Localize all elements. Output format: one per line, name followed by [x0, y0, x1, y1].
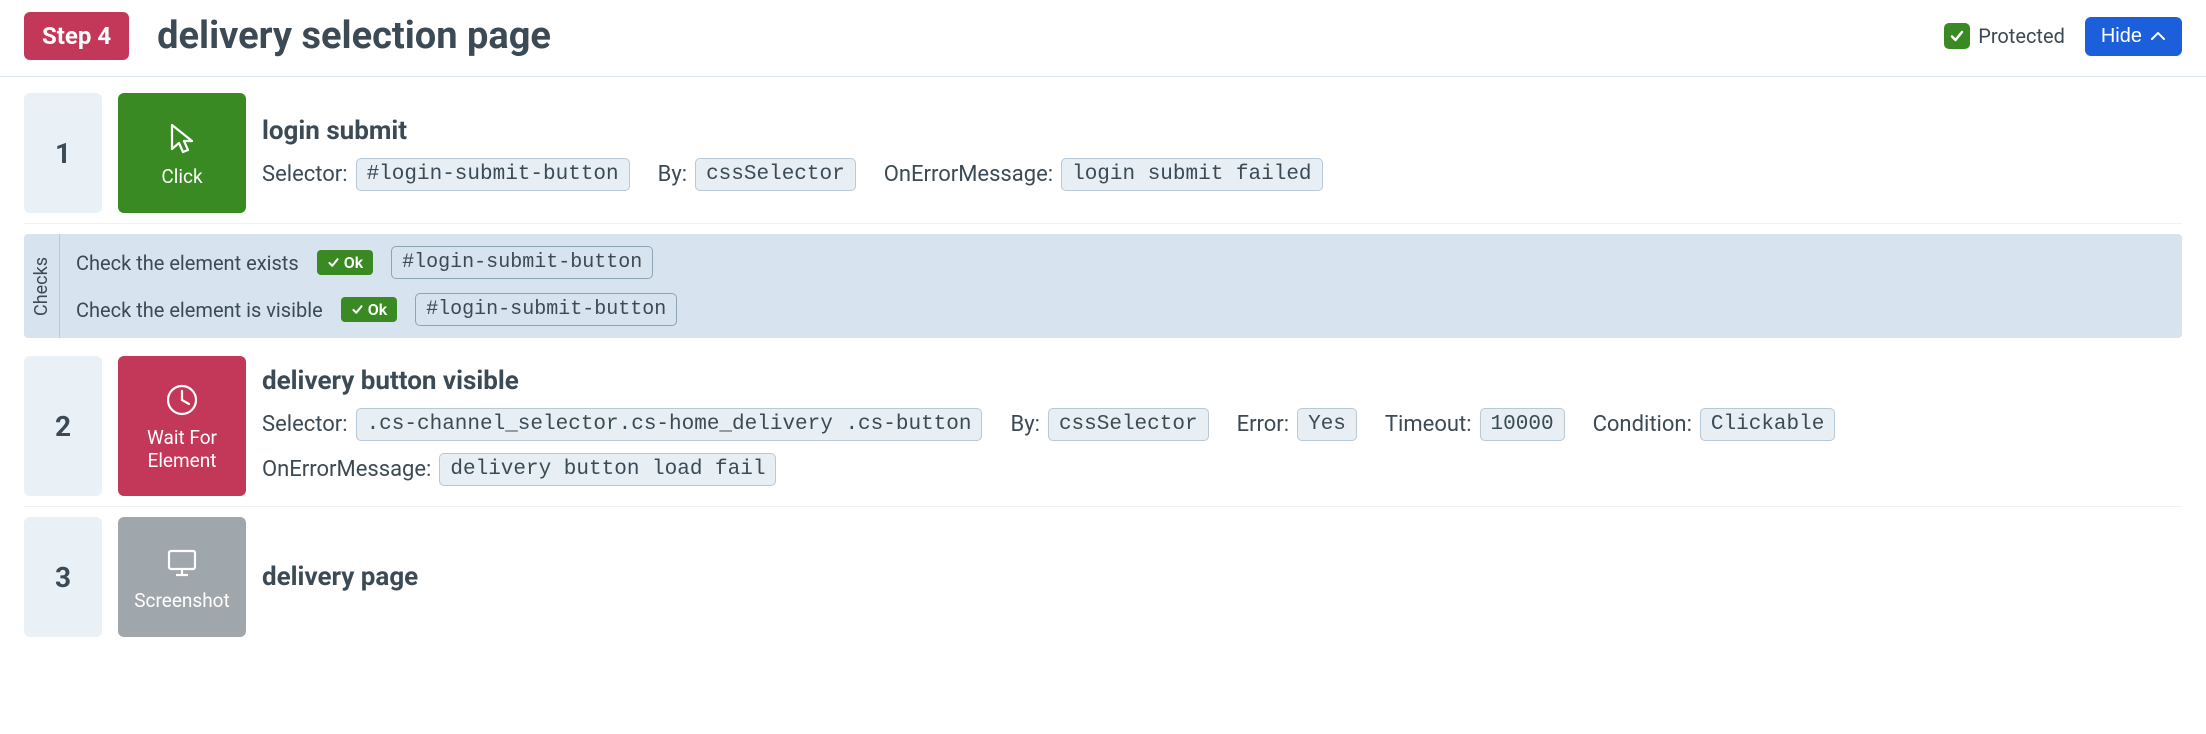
header-left: Step 4 delivery selection page: [24, 12, 551, 60]
param-selector: Selector: .cs-channel_selector.cs-home_d…: [262, 408, 982, 441]
param-timeout: Timeout: 10000: [1385, 408, 1565, 441]
step-title: delivery selection page: [157, 14, 551, 58]
action-name: delivery page: [262, 562, 2182, 592]
ok-label: Ok: [344, 253, 363, 272]
check-row: Check the element exists Ok #login-submi…: [76, 246, 2166, 279]
param-label: OnErrorMessage:: [262, 457, 431, 482]
action-tile-label: Screenshot: [134, 589, 229, 612]
param-error: Error: Yes: [1237, 408, 1357, 441]
hide-button-label: Hide: [2101, 25, 2142, 48]
param-value: Clickable: [1700, 408, 1835, 441]
check-icon: [1944, 23, 1970, 49]
ok-label: Ok: [368, 300, 387, 319]
param-value: #login-submit-button: [356, 158, 630, 191]
action-details: delivery page: [262, 517, 2182, 637]
param-condition: Condition: Clickable: [1593, 408, 1836, 441]
action-tile-label: Wait For Element: [126, 426, 238, 472]
param-line: Selector: #login-submit-button By: cssSe…: [262, 158, 2182, 191]
hide-button[interactable]: Hide: [2085, 17, 2182, 56]
param-label: Condition:: [1593, 412, 1692, 437]
param-selector: Selector: #login-submit-button: [262, 158, 630, 191]
param-label: Selector:: [262, 412, 348, 437]
action-number: 2: [24, 356, 102, 496]
chevron-up-icon: [2150, 30, 2166, 42]
checks-sidebar-label: Checks: [24, 234, 60, 338]
step-badge: Step 4: [24, 12, 129, 60]
action-row[interactable]: 2 Wait For Element delivery button visib…: [24, 356, 2182, 507]
param-line: OnErrorMessage: delivery button load fai…: [262, 453, 2182, 486]
check-text: Check the element is visible: [76, 298, 323, 322]
protected-label: Protected: [1978, 24, 2065, 48]
action-details: delivery button visible Selector: .cs-ch…: [262, 356, 2182, 496]
actions-list: 1 Click login submit Selector: #login-su…: [0, 77, 2206, 647]
checks-panel: Checks Check the element exists Ok #logi…: [24, 234, 2182, 338]
ok-badge: Ok: [317, 250, 373, 275]
param-value: Yes: [1297, 408, 1357, 441]
check-value: #login-submit-button: [391, 246, 653, 279]
param-label: OnErrorMessage:: [884, 162, 1053, 187]
param-label: Error:: [1237, 412, 1290, 437]
action-name: login submit: [262, 116, 2182, 146]
check-value: #login-submit-button: [415, 293, 677, 326]
action-tile-wait[interactable]: Wait For Element: [118, 356, 246, 496]
check-row: Check the element is visible Ok #login-s…: [76, 293, 2166, 326]
cursor-icon: [162, 119, 202, 159]
param-value: delivery button load fail: [439, 453, 776, 486]
param-value: login submit failed: [1061, 158, 1322, 191]
param-onerror: OnErrorMessage: delivery button load fai…: [262, 453, 776, 486]
protected-indicator: Protected: [1944, 23, 2065, 49]
param-value: cssSelector: [695, 158, 856, 191]
action-name: delivery button visible: [262, 366, 2182, 396]
header-right: Protected Hide: [1944, 17, 2182, 56]
action-tile-click[interactable]: Click: [118, 93, 246, 213]
action-tile-screenshot[interactable]: Screenshot: [118, 517, 246, 637]
param-value: .cs-channel_selector.cs-home_delivery .c…: [356, 408, 983, 441]
param-label: Selector:: [262, 162, 348, 187]
param-by: By: cssSelector: [658, 158, 856, 191]
check-icon: [327, 256, 340, 269]
check-text: Check the element exists: [76, 251, 299, 275]
step-header: Step 4 delivery selection page Protected…: [0, 12, 2206, 77]
param-onerror: OnErrorMessage: login submit failed: [884, 158, 1323, 191]
monitor-icon: [162, 543, 202, 583]
check-icon: [351, 303, 364, 316]
param-label: By:: [1010, 412, 1039, 437]
clock-icon: [162, 380, 202, 420]
action-details: login submit Selector: #login-submit-but…: [262, 93, 2182, 213]
checks-body: Check the element exists Ok #login-submi…: [60, 234, 2182, 338]
action-row[interactable]: 3 Screenshot delivery page: [24, 517, 2182, 647]
action-number: 1: [24, 93, 102, 213]
param-value: cssSelector: [1048, 408, 1209, 441]
action-row[interactable]: 1 Click login submit Selector: #login-su…: [24, 93, 2182, 224]
param-by: By: cssSelector: [1010, 408, 1208, 441]
action-tile-label: Click: [161, 165, 202, 188]
ok-badge: Ok: [341, 297, 397, 322]
param-label: By:: [658, 162, 687, 187]
param-line: Selector: .cs-channel_selector.cs-home_d…: [262, 408, 2182, 441]
action-number: 3: [24, 517, 102, 637]
param-label: Timeout:: [1385, 412, 1472, 437]
param-value: 10000: [1480, 408, 1565, 441]
